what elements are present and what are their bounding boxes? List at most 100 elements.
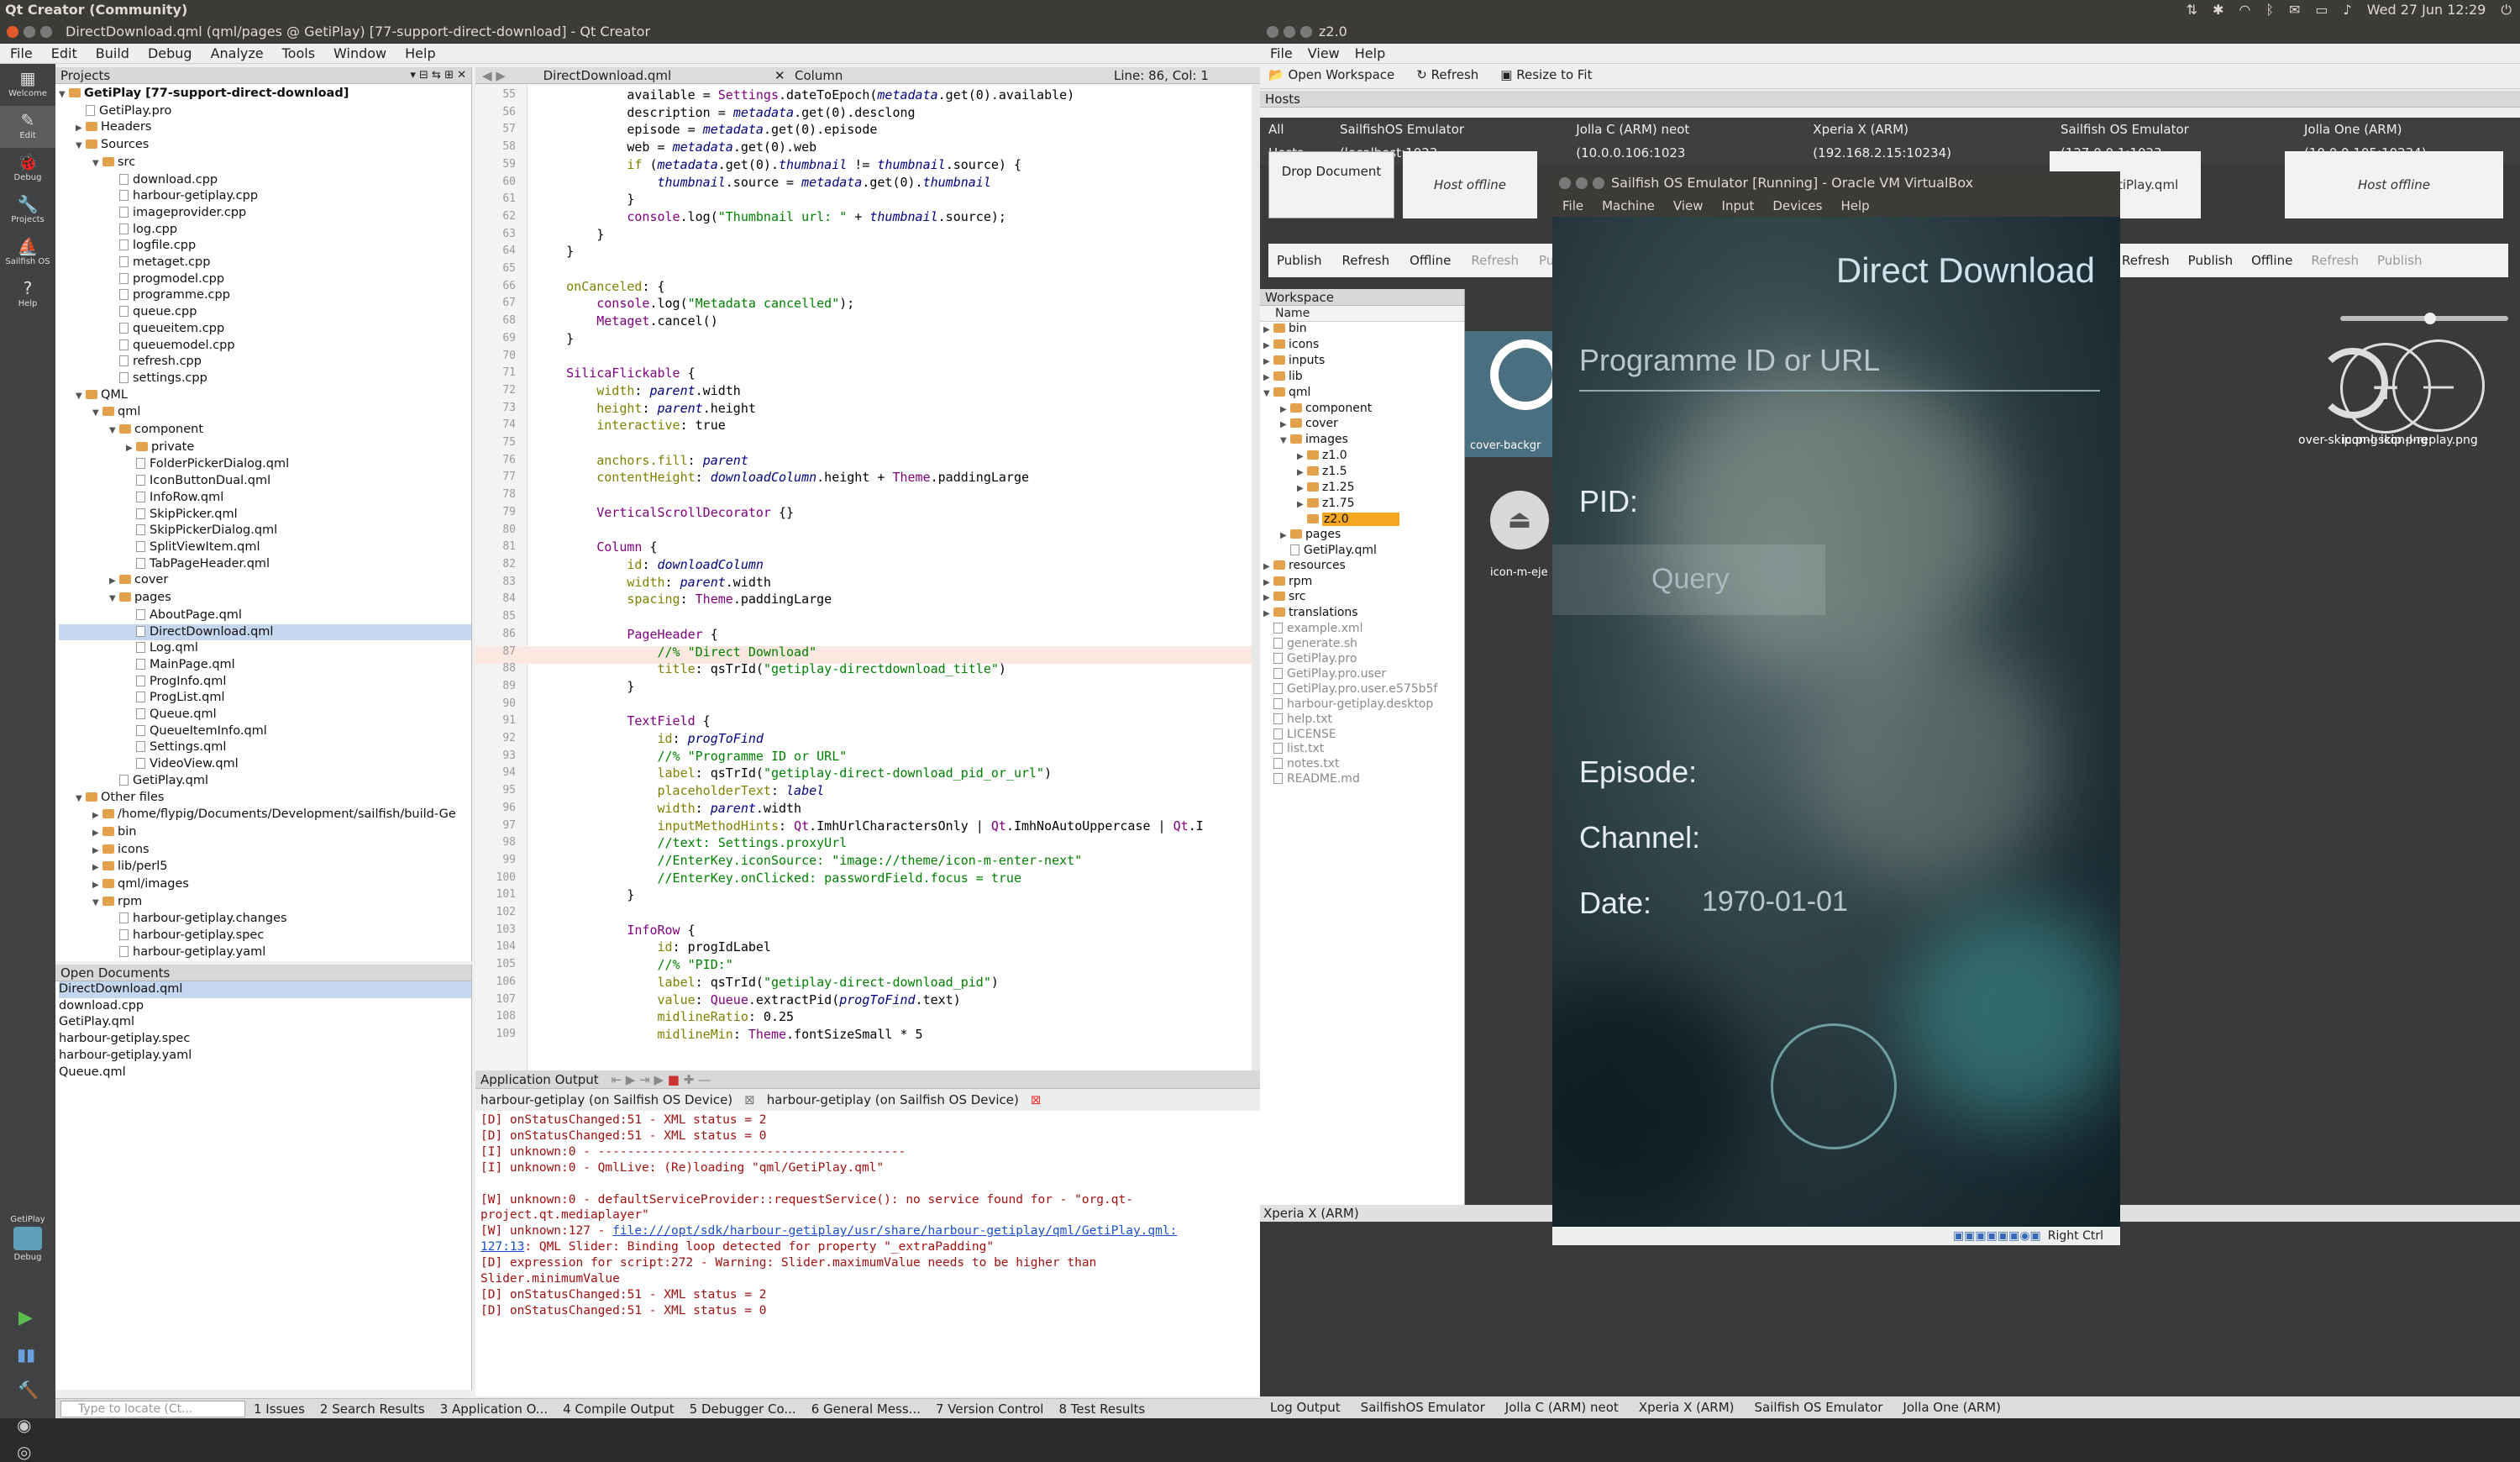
qmllive-close-icon[interactable] [1267,26,1278,38]
qmllive-menu-help[interactable]: Help [1355,44,1385,63]
sailfish-screen[interactable]: Direct Download Programme ID or URL PID:… [1552,217,2120,1227]
status-tab[interactable]: Jolla One (ARM) [1903,1396,2001,1418]
tree-folder[interactable]: ▼ src [59,155,471,172]
vm-menu-help[interactable]: Help [1840,195,1869,217]
expand-right-icon[interactable]: ▶ [1297,497,1307,513]
tree-file[interactable]: generate.sh [1263,637,1464,652]
code-line[interactable]: } [536,886,1204,904]
editor-doc-tab[interactable]: DirectDownload.qml [543,68,672,83]
tree-folder[interactable]: ▶ lib/perl5 [59,859,471,876]
tree-file[interactable]: progmodel.cpp [59,271,471,288]
mode-projects[interactable]: 🔧 Projects [0,190,55,232]
output-pane-tab[interactable]: 5 Debugger Co... [690,1400,796,1418]
vm-close-icon[interactable] [1559,177,1571,189]
output-pane-tab[interactable]: 6 General Mess... [811,1400,921,1418]
code-line[interactable]: title: qsTrId("getiplay-directdownload_t… [536,660,1204,678]
expand-right-icon[interactable]: ▶ [1263,323,1273,338]
kit-selector[interactable]: GetiPlay Debug [0,1215,55,1262]
tree-folder[interactable]: ▶ cover [1263,417,1464,433]
code-line[interactable]: Metaget.cancel() [536,313,1204,330]
code-line[interactable]: PageHeader { [536,626,1204,644]
code-line[interactable]: onCanceled: { [536,278,1204,296]
vm-max-icon[interactable] [1593,177,1604,189]
vm-menu-machine[interactable]: Machine [1602,195,1655,217]
mode-debug[interactable]: 🐞 Debug [0,148,55,190]
publish-button-2[interactable]: Publish [2188,253,2233,268]
cover-background-thumb[interactable]: cover-backgr [1465,331,1561,457]
code-line[interactable]: TextField { [536,713,1204,730]
qtc-menu-window[interactable]: Window [333,44,386,63]
tree-folder[interactable]: ▼ qml [59,404,471,422]
code-line[interactable]: id: downloadColumn [536,556,1204,574]
tree-file[interactable]: GetiPlay.pro [59,103,471,120]
tree-folder[interactable]: ▶ z1.25 [1263,481,1464,497]
tree-folder[interactable]: ▶ pages [1263,528,1464,544]
tree-file[interactable]: help.txt [1263,713,1464,728]
tree-file[interactable]: refresh.cpp [59,354,471,371]
code-line[interactable]: InfoRow { [536,922,1204,939]
expand-right-icon[interactable]: ▶ [1297,481,1307,497]
tree-folder[interactable]: ▶ bin [1263,322,1464,338]
tree-file[interactable]: GetiPlay.pro.user [1263,667,1464,682]
expand-right-icon[interactable]: ▶ [1280,418,1290,433]
maximize-window-icon[interactable] [40,26,52,38]
qtc-menu-build[interactable]: Build [96,44,129,63]
code-line[interactable] [536,904,1204,922]
expand-down-icon[interactable]: ▼ [1280,434,1290,449]
mode-sailfish-os[interactable]: ⛵ Sailfish OS [0,232,55,274]
code-line[interactable]: //EnterKey.onClicked: passwordField.focu… [536,870,1204,887]
close-doc-icon[interactable]: ✕ [774,67,785,84]
output-pane-tab[interactable]: 7 Version Control [936,1400,1043,1418]
tree-file[interactable]: queue.cpp [59,304,471,321]
code-line[interactable] [536,608,1204,626]
tree-file[interactable]: QueueItemInfo.qml [59,723,471,740]
tree-folder[interactable]: ▶ /home/flypig/Documents/Development/sail… [59,807,471,824]
code-line[interactable]: spacing: Theme.paddingLarge [536,591,1204,608]
tree-file[interactable]: settings.cpp [59,371,471,387]
code-line[interactable]: thumbnail.source = metadata.get(0).thumb… [536,174,1204,192]
code-line[interactable]: } [536,226,1204,244]
expand-right-icon[interactable]: ▶ [1263,355,1273,370]
host-card-1[interactable]: Host offline [1403,151,1537,218]
resize-fit-button[interactable]: ▣ Resize to Fit [1500,64,1592,88]
tree-file[interactable]: InfoRow.qml [59,490,471,507]
tree-folder[interactable]: ▶ icons [1263,338,1464,354]
tree-folder[interactable]: ▼ Sources [59,137,471,155]
expand-right-icon[interactable]: ▶ [1297,465,1307,481]
expand-down-icon[interactable]: ▼ [92,405,102,422]
pid-url-input[interactable]: Programme ID or URL [1579,343,1880,378]
battery-icon[interactable]: ▭ [2315,0,2328,20]
code-line[interactable]: width: parent.width [536,382,1204,400]
expand-down-icon[interactable]: ▼ [59,87,69,103]
status-tab[interactable]: Xperia X (ARM) [1639,1396,1735,1418]
code-line[interactable] [536,434,1204,452]
expand-right-icon[interactable]: ▶ [1280,529,1290,544]
tree-folder[interactable]: ▶ z1.0 [1263,449,1464,465]
tree-folder[interactable]: ▶ cover [59,572,471,590]
expand-down-icon[interactable]: ▼ [1263,387,1273,402]
expand-right-icon[interactable]: ▶ [1297,450,1307,465]
status-tab[interactable]: Jolla C (ARM) neot [1505,1396,1619,1418]
tree-file[interactable]: GetiPlay.qml [59,773,471,790]
drop-document-zone[interactable]: Drop Document [1268,151,1394,218]
code-line[interactable]: width: parent.width [536,574,1204,592]
tree-folder[interactable]: ▶ private [59,439,471,457]
open-document-item[interactable]: harbour-getiplay.spec [59,1031,471,1048]
tree-file[interactable]: Log.qml [59,640,471,657]
tree-file[interactable]: list.txt [1263,742,1464,757]
code-line[interactable]: //EnterKey.iconSource: "image://theme/ic… [536,852,1204,870]
mode-edit[interactable]: ✎ Edit [0,106,55,148]
tree-file[interactable]: README.md [1263,772,1464,787]
tree-file[interactable]: AboutPage.qml [59,607,471,624]
tree-folder[interactable]: ▶ lib [1263,370,1464,386]
tree-file[interactable]: GetiPlay.pro [1263,652,1464,667]
refresh-button[interactable]: ↻ Refresh [1416,64,1478,88]
cursor-position[interactable]: Line: 86, Col: 1 [1114,67,1209,84]
qmllive-menu-file[interactable]: File [1270,44,1293,63]
tree-folder[interactable]: ▶ bin [59,824,471,842]
refresh-button-1[interactable]: Refresh [1341,253,1389,268]
tree-file[interactable]: MainPage.qml [59,657,471,674]
tree-file[interactable]: example.xml [1263,622,1464,637]
tree-folder[interactable]: ▶ resources [1263,559,1464,575]
publish-button-1[interactable]: Publish [1277,253,1321,268]
